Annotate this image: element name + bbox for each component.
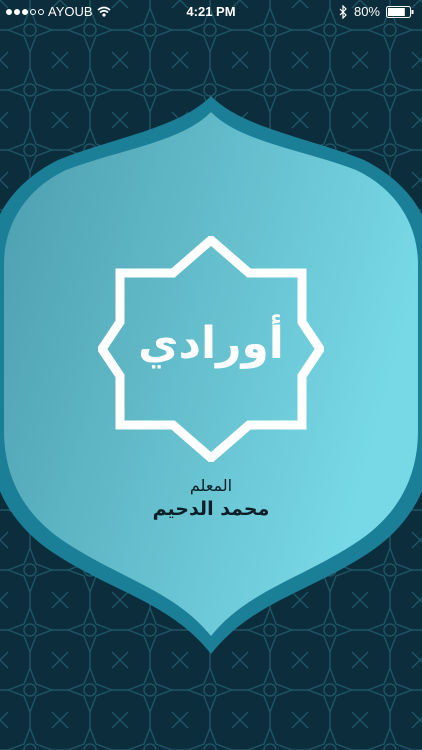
teacher-name: محمد الدحيم [152,498,270,520]
app-title: أورادي [138,318,284,369]
teacher-label: المعلم [189,476,233,495]
